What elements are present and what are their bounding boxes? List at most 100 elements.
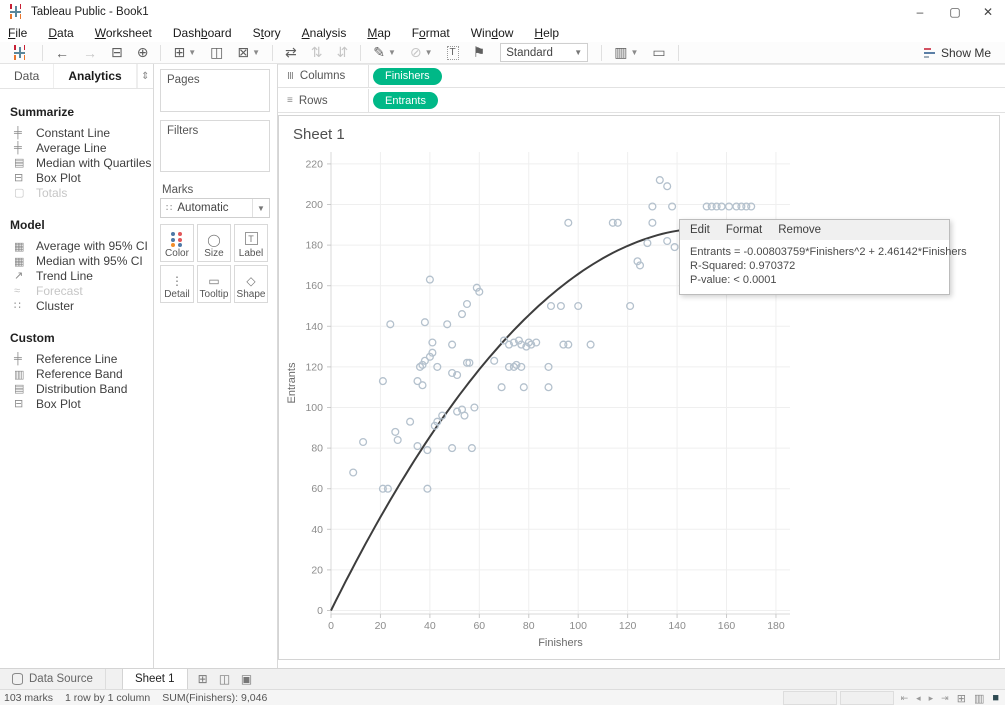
show-me-button[interactable]: Show Me: [923, 42, 991, 64]
clear-sheet-button[interactable]: ⊠ ▼: [230, 43, 267, 63]
tab-sheet-1[interactable]: Sheet 1: [121, 669, 188, 689]
mark-circle[interactable]: [349, 468, 358, 477]
mark-circle[interactable]: [391, 427, 400, 436]
scatter-chart[interactable]: 0 20 40 60 80 100 120 140 160 180 0 20 40 60 80 100 120 1…: [279, 116, 999, 659]
analytics-item-box-plot[interactable]: ⊟ Box Plot: [0, 170, 153, 185]
menu-format[interactable]: Format: [412, 26, 450, 40]
pane-splitter-button[interactable]: ⇕: [136, 64, 153, 88]
analytics-item-reference-line[interactable]: ╪ Reference Line: [0, 352, 153, 367]
chevron-down-icon[interactable]: ▼: [252, 199, 269, 217]
mark-circle[interactable]: [613, 218, 622, 227]
menu-window[interactable]: Window: [471, 26, 514, 40]
filters-shelf[interactable]: Filters: [160, 120, 270, 172]
mark-circle[interactable]: [663, 236, 672, 246]
marks-label-button[interactable]: T Label: [234, 224, 268, 262]
analytics-item-reference-band[interactable]: ▥ Reference Band: [0, 367, 153, 382]
columns-shelf[interactable]: Ⅲ Columns Finishers: [278, 64, 1005, 88]
mark-circle[interactable]: [406, 417, 415, 426]
analytics-item-box-plot[interactable]: ⊟ Box Plot: [0, 396, 153, 411]
undo-button[interactable]: ←: [48, 43, 76, 63]
menu-file[interactable]: File: [8, 26, 27, 40]
current-view-button[interactable]: ■: [988, 692, 1003, 704]
mark-circle[interactable]: [457, 310, 467, 319]
go-next-button[interactable]: ▸: [925, 693, 938, 704]
mark-circle[interactable]: [546, 301, 556, 311]
maximize-button[interactable]: ▢: [938, 0, 972, 23]
data-source-tab[interactable]: Data Source: [0, 669, 106, 689]
mark-circle[interactable]: [564, 218, 573, 227]
analytics-item-median-with-95-ci[interactable]: ▦ Median with 95% CI: [0, 254, 153, 269]
mark-circle[interactable]: [460, 411, 469, 420]
mark-circle[interactable]: [393, 435, 402, 445]
highlight-button[interactable]: ✎ ▼: [366, 43, 403, 63]
show-mark-labels-button[interactable]: T: [440, 43, 466, 63]
mark-circle[interactable]: [418, 381, 427, 390]
analytics-item-trend-line[interactable]: ↗ Trend Line: [0, 269, 153, 284]
marks-size-button[interactable]: ◯ Size: [197, 224, 231, 262]
mark-circle[interactable]: [359, 437, 368, 447]
menu-analysis[interactable]: Analysis: [302, 26, 347, 40]
mark-circle[interactable]: [462, 299, 472, 309]
marks-shape-button[interactable]: ◇ Shape: [234, 265, 268, 303]
mark-circle[interactable]: [497, 383, 506, 392]
trend-menu-format[interactable]: Format: [726, 224, 762, 236]
analytics-item-median-with-quartiles[interactable]: ▤ Median with Quartiles: [0, 156, 153, 171]
marks-color-button[interactable]: Color: [160, 224, 194, 262]
show-hide-cards-button[interactable]: ▥ ▼: [607, 43, 645, 63]
save-button[interactable]: ⊟: [104, 43, 130, 63]
rows-shelf[interactable]: ≡ Rows Entrants: [278, 89, 1005, 113]
mark-circle[interactable]: [556, 301, 565, 311]
mark-circle[interactable]: [564, 340, 573, 349]
analytics-item-average-with-95-ci[interactable]: ▦ Average with 95% CI: [0, 239, 153, 254]
menu-map[interactable]: Map: [367, 26, 390, 40]
menu-story[interactable]: Story: [253, 26, 281, 40]
mark-circle[interactable]: [519, 383, 528, 392]
mark-circle[interactable]: [544, 383, 553, 392]
menu-dashboard[interactable]: Dashboard: [173, 26, 232, 40]
go-last-button[interactable]: ⇥: [937, 693, 953, 704]
analytics-item-constant-line[interactable]: ╪ Constant Line: [0, 126, 153, 141]
tableau-logo-icon[interactable]: [12, 45, 27, 60]
film-view-button[interactable]: ▥: [970, 692, 988, 705]
go-first-button[interactable]: ⇤: [897, 693, 913, 704]
mark-circle[interactable]: [420, 318, 429, 327]
menu-worksheet[interactable]: Worksheet: [95, 26, 152, 40]
marks-tooltip-button[interactable]: ▭ Tooltip: [197, 265, 231, 303]
mark-circle[interactable]: [586, 340, 595, 349]
new-dashboard-button[interactable]: ◫: [214, 672, 236, 686]
mark-type-dropdown[interactable]: ∷ Automatic ▼: [160, 198, 270, 218]
trend-menu-edit[interactable]: Edit: [690, 224, 710, 236]
fix-axes-button[interactable]: ⚑: [466, 43, 493, 63]
pill-entrants[interactable]: Entrants: [373, 92, 438, 109]
trend-menu-remove[interactable]: Remove: [778, 224, 821, 236]
section-heading: Summarize: [10, 105, 75, 119]
new-worksheet-button[interactable]: ⊞ ▼: [166, 43, 203, 63]
fit-select[interactable]: Standard ▼: [500, 43, 589, 62]
tab-analytics[interactable]: Analytics: [54, 64, 137, 88]
analytics-item-cluster[interactable]: ∷ Cluster: [0, 298, 153, 313]
tab-data[interactable]: Data: [0, 64, 55, 88]
new-story-button[interactable]: ▣: [236, 672, 258, 686]
analytics-item-distribution-band[interactable]: ▤ Distribution Band: [0, 382, 153, 397]
analytics-item-average-line[interactable]: ╪ Average Line: [0, 141, 153, 156]
presentation-mode-button[interactable]: ▭: [645, 43, 672, 63]
mark-circle[interactable]: [448, 340, 457, 349]
go-previous-button[interactable]: ◂: [912, 693, 925, 704]
duplicate-button[interactable]: ◫: [203, 43, 230, 63]
mark-circle[interactable]: [648, 218, 657, 227]
pages-shelf[interactable]: Pages: [160, 69, 270, 112]
swap-rows-columns-button[interactable]: ⇄: [278, 43, 304, 63]
marks-detail-button[interactable]: ⋮ Detail: [160, 265, 194, 303]
mark-circle[interactable]: [663, 182, 672, 191]
mark-circle[interactable]: [490, 356, 499, 365]
new-data-source-button[interactable]: ⊕: [130, 43, 156, 63]
color-dots-icon: [171, 232, 183, 247]
grid-view-button[interactable]: ⊞: [953, 692, 970, 705]
menu-data[interactable]: Data: [48, 26, 73, 40]
minimize-button[interactable]: –: [903, 0, 937, 23]
mark-circle[interactable]: [655, 176, 664, 185]
menu-help[interactable]: Help: [534, 26, 559, 40]
new-worksheet-button[interactable]: ⊞: [192, 672, 214, 686]
close-button[interactable]: ✕: [971, 0, 1005, 23]
pill-finishers[interactable]: Finishers: [373, 67, 442, 85]
